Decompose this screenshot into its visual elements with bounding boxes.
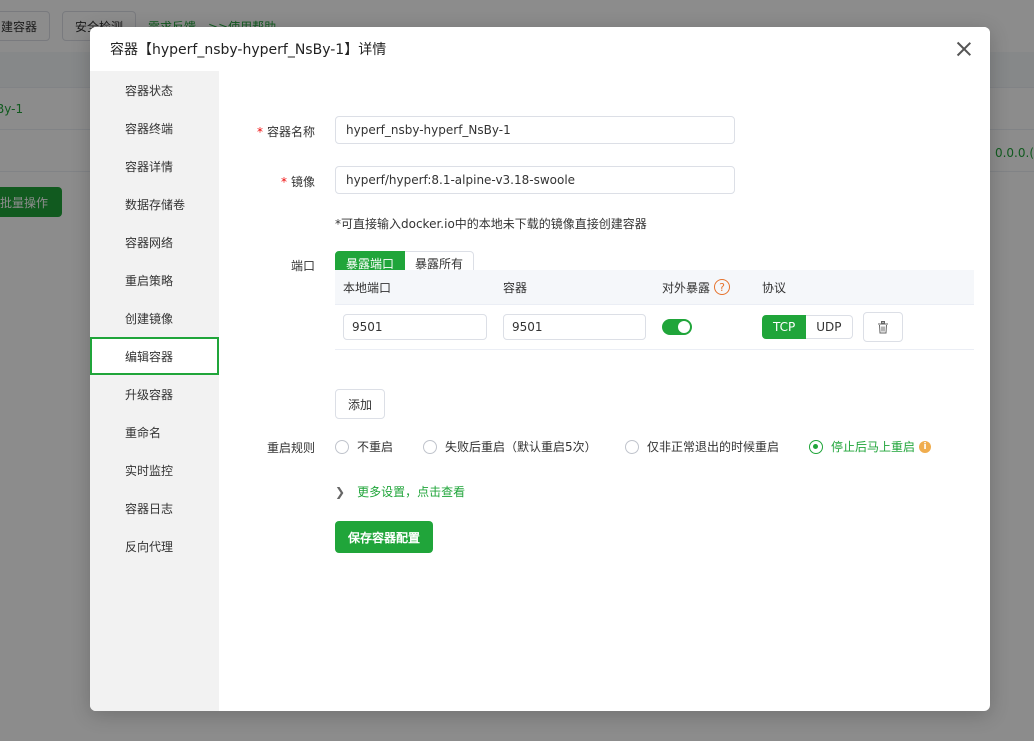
trash-icon bbox=[877, 320, 888, 333]
dialog-title: 容器【hyperf_nsby-hyperf_NsBy-1】详情 bbox=[110, 42, 387, 58]
radio-restart-always[interactable]: 停止后马上重启 i bbox=[809, 438, 932, 455]
sidebar-item-restart-policy[interactable]: 重启策略 bbox=[90, 261, 219, 299]
save-container-config-button[interactable]: 保存容器配置 bbox=[335, 521, 434, 553]
restart-radio-group: 不重启 失败后重启（默认重启5次） 仅非正常退出的时候重启 停止后马上重启 i bbox=[335, 438, 932, 455]
question-icon[interactable]: ? bbox=[714, 279, 731, 295]
container-name-input[interactable]: hyperf_nsby-hyperf_NsBy-1 bbox=[335, 116, 735, 144]
sidebar-item-rename[interactable]: 重命名 bbox=[90, 413, 219, 451]
header-container-port: 容器 bbox=[503, 280, 528, 295]
sidebar-item-monitor[interactable]: 实时监控 bbox=[90, 451, 219, 489]
more-settings-link[interactable]: ❯ 更多设置，点击查看 bbox=[335, 483, 465, 500]
sidebar-item-network[interactable]: 容器网络 bbox=[90, 223, 219, 261]
image-label: * 镜像 bbox=[280, 175, 315, 189]
sidebar-item-volumes[interactable]: 数据存储卷 bbox=[90, 185, 219, 223]
dialog-header: 容器【hyperf_nsby-hyperf_NsBy-1】详情 bbox=[90, 27, 990, 71]
protocol-toggle: TCP UDP bbox=[762, 315, 853, 339]
header-local-port: 本地端口 bbox=[343, 280, 392, 295]
delete-port-button[interactable] bbox=[862, 312, 903, 342]
container-detail-dialog: 容器【hyperf_nsby-hyperf_NsBy-1】详情 容器状态 容器终… bbox=[90, 27, 990, 711]
sidebar-item-upgrade[interactable]: 升级容器 bbox=[90, 375, 219, 413]
sidebar-item-create-image[interactable]: 创建镜像 bbox=[90, 299, 219, 337]
image-input[interactable]: hyperf/hyperf:8.1-alpine-v3.18-swoole bbox=[335, 166, 735, 194]
local-port-input[interactable]: 9501 bbox=[343, 314, 487, 340]
edit-container-form: * 容器名称 hyperf_nsby-hyperf_NsBy-1 * 镜像 hype… bbox=[219, 71, 990, 711]
port-table-header: 本地端口 容器 对外暴露 ? 协议 bbox=[335, 270, 974, 305]
dialog-sidebar: 容器状态 容器终端 容器详情 数据存储卷 容器网络 重启策略 创建镜像 编辑容器… bbox=[90, 71, 219, 711]
sidebar-item-terminal[interactable]: 容器终端 bbox=[90, 109, 219, 147]
sidebar-item-details[interactable]: 容器详情 bbox=[90, 147, 219, 185]
expose-toggle[interactable] bbox=[662, 319, 692, 335]
sidebar-item-logs[interactable]: 容器日志 bbox=[90, 489, 219, 527]
port-label: 端口 bbox=[290, 259, 315, 273]
sidebar-item-status[interactable]: 容器状态 bbox=[90, 71, 219, 109]
radio-no-restart[interactable]: 不重启 bbox=[335, 438, 423, 455]
name-label: * 容器名称 bbox=[256, 125, 315, 139]
udp-button[interactable]: UDP bbox=[806, 315, 853, 339]
radio-restart-on-failure[interactable]: 失败后重启（默认重启5次） bbox=[423, 438, 625, 455]
close-icon[interactable] bbox=[954, 39, 974, 59]
sidebar-item-reverse-proxy[interactable]: 反向代理 bbox=[90, 527, 219, 565]
header-protocol: 协议 bbox=[762, 280, 787, 295]
port-table: 本地端口 容器 对外暴露 ? 协议 9501 9501 TCP UDP bbox=[335, 270, 974, 350]
restart-label: 重启规则 bbox=[266, 441, 315, 455]
radio-restart-abnormal-exit[interactable]: 仅非正常退出的时候重启 bbox=[625, 438, 809, 455]
image-hint: *可直接输入docker.io中的本地未下载的镜像直接创建容器 bbox=[335, 217, 647, 231]
add-port-button[interactable]: 添加 bbox=[335, 389, 386, 419]
header-expose: 对外暴露 ? bbox=[654, 279, 754, 296]
info-icon[interactable]: i bbox=[919, 440, 932, 453]
table-row: 9501 9501 TCP UDP bbox=[335, 305, 974, 350]
tcp-button[interactable]: TCP bbox=[762, 315, 807, 339]
chevron-right-icon: ❯ bbox=[335, 484, 346, 499]
sidebar-item-edit-container[interactable]: 编辑容器 bbox=[90, 337, 219, 375]
container-port-input[interactable]: 9501 bbox=[503, 314, 646, 340]
